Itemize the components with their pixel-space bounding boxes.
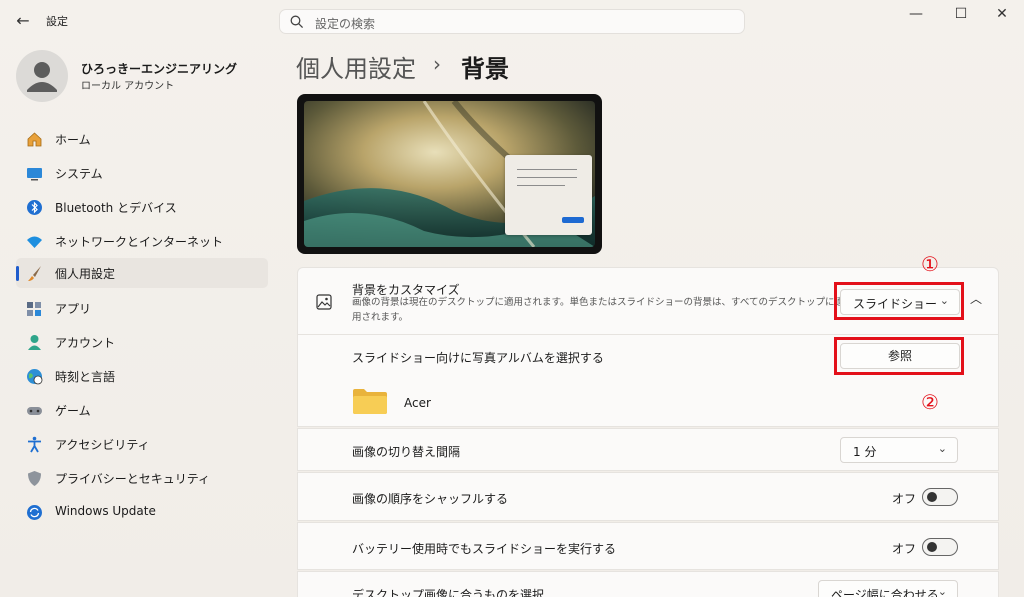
sidebar-item-time-language[interactable]: 時刻と言語 [16,361,268,391]
shuffle-label: 画像の順序をシャッフルする [352,492,509,506]
home-icon [27,132,42,147]
folder-icon[interactable] [352,387,388,415]
search-icon [290,15,304,29]
fit-label: デスクトップ画像に合うものを選択 [352,588,545,597]
wallpaper-preview-image [304,101,595,247]
sidebar-item-home[interactable]: ホーム [16,124,268,154]
gamepad-icon [27,407,42,415]
desktop-preview [297,94,602,254]
maximize-button[interactable]: ☐ [941,4,981,24]
back-button[interactable]: ← [12,10,34,32]
user-icon [27,62,57,92]
globe-clock-icon [27,369,43,385]
sidebar-item-label: ネットワークとインターネット [55,235,224,249]
apps-icon [27,302,41,316]
collapse-chevron-icon[interactable]: ︿ [970,290,982,307]
sidebar-item-accounts[interactable]: アカウント [16,327,268,357]
page-title: 背景 [461,55,509,83]
active-indicator [16,266,19,281]
preview-window-mockup [505,155,592,235]
dropdown-value: ページ幅に合わせる [831,588,939,597]
sidebar-item-system[interactable]: システム [16,158,268,188]
sidebar-item-label: Windows Update [55,504,156,518]
folder-name: Acer [404,396,431,410]
battery-state: オフ [892,542,917,556]
battery-setting-row: バッテリー使用時でもスライドショーを実行する オフ [297,522,999,570]
account-icon [28,335,41,350]
battery-label: バッテリー使用時でもスライドショーを実行する [352,542,617,556]
dropdown-value: 1 分 [853,445,877,459]
chevron-down-icon: ⌄ [937,442,947,455]
sidebar-item-label: プライバシーとセキュリティ [55,472,211,486]
breadcrumb-parent[interactable]: 個人用設定 [296,49,416,84]
minimize-button[interactable]: — [896,4,936,24]
sidebar-item-label: アカウント [55,336,116,350]
sidebar-item-windows-update[interactable]: Windows Update [16,497,268,527]
annotation-number-1: ① [921,252,939,276]
settings-window: ← 設定 設定の検索 — ☐ ✕ ひろっきーエンジニアリング ローカル アカウン… [0,0,1024,597]
avatar[interactable] [16,50,68,102]
brush-icon [28,266,41,281]
shield-icon [28,471,41,486]
album-label: スライドショー向けに写真アルバムを選択する [352,351,604,365]
accessibility-icon [28,436,41,453]
update-icon [27,505,42,520]
sidebar-item-personalization[interactable]: 個人用設定 [16,258,268,288]
breadcrumb-separator: › [433,52,441,76]
annotation-number-2: ② [921,390,939,414]
chevron-down-icon: ⌄ [937,585,947,597]
sidebar-item-apps[interactable]: アプリ [16,293,268,323]
battery-toggle[interactable] [922,538,958,556]
background-description-line1: 画像の背景は現在のデスクトップに適用されます。単色またはスライドショーの背景は、… [352,297,845,308]
fit-setting-row: デスクトップ画像に合うものを選択 ページ幅に合わせる ⌄ [297,571,999,597]
image-icon [316,294,332,310]
sidebar-item-label: 時刻と言語 [55,370,116,384]
shuffle-toggle[interactable] [922,488,958,506]
shuffle-state: オフ [892,492,917,506]
sidebar-item-label: ホーム [55,133,91,147]
annotation-box-dropdown [834,282,964,320]
interval-setting-row: 画像の切り替え間隔 1 分 ⌄ [297,428,999,471]
search-input[interactable]: 設定の検索 [315,15,375,32]
sidebar-item-bluetooth[interactable]: Bluetooth とデバイス [16,192,268,222]
sidebar-item-label: アクセシビリティ [55,438,150,452]
sidebar-item-privacy[interactable]: プライバシーとセキュリティ [16,463,268,493]
profile-name: ひろっきーエンジニアリング [81,62,238,76]
sidebar-item-label: アプリ [55,302,92,316]
shuffle-setting-row: 画像の順序をシャッフルする オフ [297,472,999,521]
annotation-box-browse [834,337,964,375]
sidebar-item-accessibility[interactable]: アクセシビリティ [16,429,268,459]
bluetooth-icon [27,200,42,215]
profile-account-type: ローカル アカウント [81,81,175,92]
interval-label: 画像の切り替え間隔 [352,445,461,459]
fit-dropdown[interactable]: ページ幅に合わせる ⌄ [818,580,958,597]
background-description-line2: 用されます。 [352,312,409,323]
system-icon [27,168,42,181]
sidebar-item-label: 個人用設定 [55,267,116,281]
sidebar-item-gaming[interactable]: ゲーム [16,395,268,425]
search-box[interactable]: 設定の検索 [279,9,745,34]
sidebar-item-network[interactable]: ネットワークとインターネット [16,226,268,256]
close-button[interactable]: ✕ [982,4,1022,24]
app-title: 設定 [46,15,68,28]
interval-dropdown[interactable]: 1 分 ⌄ [840,437,958,463]
wifi-icon [27,236,42,248]
sidebar-item-label: ゲーム [55,404,91,418]
sidebar-item-label: Bluetooth とデバイス [55,201,177,215]
sidebar-item-label: システム [55,167,103,181]
